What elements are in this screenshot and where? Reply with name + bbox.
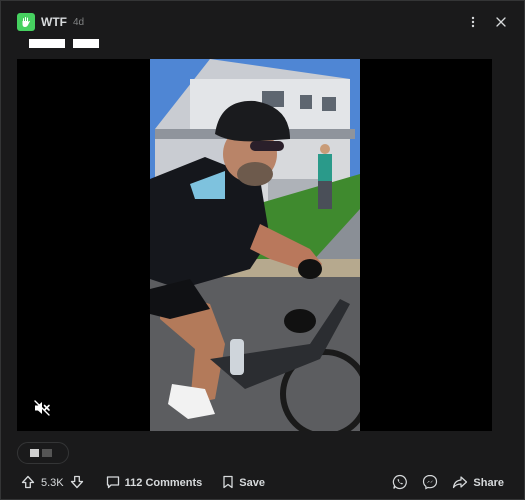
post-age: 4d [73,16,85,28]
post-card: WTF 4d 5.3K 112 Comments Save Share [0,0,525,500]
downvote-arrow-icon[interactable] [70,475,84,492]
video-frame[interactable] [150,59,360,431]
redacted-block [29,39,65,48]
video-thumbnail [150,59,360,431]
muted-speaker-icon[interactable] [33,399,51,417]
comment-icon [106,475,120,492]
redacted-block [30,449,39,457]
comments-label: 112 Comments [124,477,203,489]
redacted-block [42,449,52,457]
vote-score: 5.3K [41,477,64,489]
share-label: Share [473,477,504,489]
redacted-block [73,39,99,48]
bookmark-icon [222,475,234,492]
share-arrow-icon [452,475,468,492]
subreddit-icon[interactable] [17,13,35,31]
video-player[interactable] [17,59,492,431]
subreddit-name[interactable]: WTF [41,15,67,29]
whatsapp-icon[interactable] [392,474,408,493]
post-actions-bar: 5.3K 112 Comments Save Share [21,473,504,493]
upvote-arrow-icon[interactable] [21,475,35,492]
save-button[interactable]: Save [222,475,265,492]
award-button[interactable] [17,442,69,464]
comments-button[interactable]: 112 Comments [106,475,203,492]
more-options-icon[interactable] [466,15,480,29]
share-button[interactable]: Share [452,475,504,492]
save-label: Save [239,477,265,489]
messenger-icon[interactable] [422,474,438,493]
post-header: WTF 4d [17,11,508,33]
redacted-user-info [29,39,99,48]
close-icon[interactable] [494,15,508,29]
vote-controls: 5.3K [21,475,84,492]
